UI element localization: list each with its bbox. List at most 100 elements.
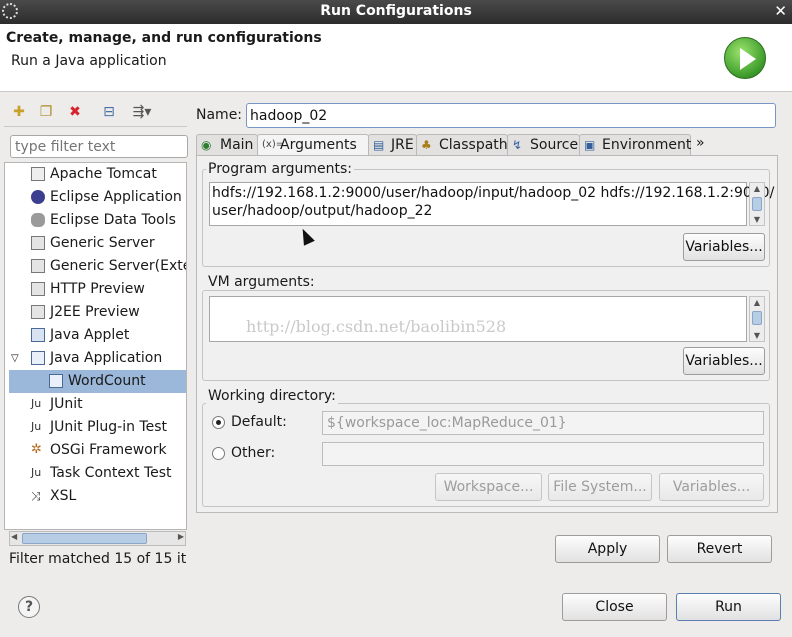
tree-item-wordcount[interactable]: WordCount xyxy=(9,370,186,393)
program-arguments-textarea[interactable]: hdfs://192.168.1.2:9000/user/hadoop/inpu… xyxy=(209,182,775,226)
tree-item-xsl[interactable]: ⤨ XSL xyxy=(5,485,186,508)
tree-item-label: Generic Server(External Launch) xyxy=(50,258,186,274)
close-window-icon[interactable]: ✕ xyxy=(774,2,787,20)
tree-item-label: J2EE Preview xyxy=(50,304,140,320)
tree-item-label: HTTP Preview xyxy=(50,281,145,297)
applet-icon xyxy=(31,328,45,342)
tree-item-generic-server-external[interactable]: Generic Server(External Launch) xyxy=(5,255,186,278)
tab-environment[interactable]: ▣ Environment xyxy=(579,134,691,156)
program-arguments-scrollbar[interactable]: ▲ ▼ xyxy=(749,182,765,226)
other-directory-field xyxy=(322,442,764,466)
main-tab-icon: ◉ xyxy=(201,138,212,152)
jre-tab-icon: ▤ xyxy=(373,138,385,152)
database-icon xyxy=(31,213,45,227)
working-directory-label: Working directory: xyxy=(206,388,338,404)
tree-item-osgi-framework[interactable]: ✲ OSGi Framework xyxy=(5,439,186,462)
filter-menu-icon[interactable]: ⇶▾ xyxy=(128,103,156,121)
scroll-down-icon[interactable]: ▼ xyxy=(752,331,762,340)
osgi-icon: ✲ xyxy=(31,442,42,457)
new-config-icon[interactable]: ✚ xyxy=(10,103,28,121)
tomcat-icon xyxy=(31,167,45,181)
other-radio-label[interactable]: Other: xyxy=(231,445,275,461)
tree-item-label: Eclipse Data Tools xyxy=(50,212,176,228)
tree-item-eclipse-data-tools[interactable]: Eclipse Data Tools xyxy=(5,209,186,232)
tab-label: JRE xyxy=(391,137,414,153)
expand-chevron-icon[interactable]: ▽ xyxy=(11,347,19,370)
scroll-thumb[interactable] xyxy=(752,311,762,325)
help-icon[interactable]: ? xyxy=(18,596,40,618)
tab-classpath[interactable]: ♣ Classpath xyxy=(416,134,508,156)
vm-arguments-textarea[interactable]: http://blog.csdn.net/baolibin528 xyxy=(209,296,747,342)
vm-variables-button[interactable]: Variables... xyxy=(683,347,765,375)
filter-input[interactable] xyxy=(10,135,188,158)
run-button[interactable]: Run xyxy=(676,593,781,621)
source-tab-icon: ↯ xyxy=(512,138,523,152)
tab-label: Classpath xyxy=(439,137,508,153)
environment-tab-icon: ▣ xyxy=(584,138,596,152)
filter-status-text: Filter matched 15 of 15 items xyxy=(9,551,187,567)
server-icon xyxy=(31,282,45,296)
vm-arguments-label: VM arguments: xyxy=(206,274,317,290)
java-app-icon xyxy=(31,351,45,365)
scroll-right-icon[interactable]: ▶ xyxy=(178,532,184,541)
run-banner-icon xyxy=(724,37,766,79)
revert-button[interactable]: Revert xyxy=(667,535,772,563)
working-variables-button[interactable]: Variables... xyxy=(659,473,764,501)
program-arguments-line1: hdfs://192.168.1.2:9000/user/hadoop/inpu… xyxy=(212,185,775,201)
other-radio[interactable] xyxy=(212,447,225,460)
tree-item-label: Java Applet xyxy=(50,327,130,343)
name-label: Name: xyxy=(196,107,243,123)
tab-source[interactable]: ↯ Source xyxy=(507,134,580,156)
junit-icon: Ju xyxy=(31,397,42,410)
default-radio-label[interactable]: Default: xyxy=(231,414,287,430)
tree-item-junit[interactable]: Ju JUnit xyxy=(5,393,186,416)
close-button[interactable]: Close xyxy=(562,593,667,621)
duplicate-config-icon[interactable]: ❐ xyxy=(37,103,55,121)
tree-item-apache-tomcat[interactable]: Apache Tomcat xyxy=(5,163,186,186)
tab-label: Environment xyxy=(602,137,692,153)
tab-label: Source xyxy=(530,137,579,153)
tab-main[interactable]: ◉ Main xyxy=(196,134,258,156)
scroll-down-icon[interactable]: ▼ xyxy=(752,215,762,224)
tree-horizontal-scrollbar[interactable]: ◀ ▶ xyxy=(9,531,186,546)
file-system-button[interactable]: File System... xyxy=(548,473,652,501)
scroll-thumb[interactable] xyxy=(752,197,762,211)
program-arguments-label: Program arguments: xyxy=(206,161,354,177)
scroll-thumb[interactable] xyxy=(22,533,147,544)
tree-item-j2ee-preview[interactable]: J2EE Preview xyxy=(5,301,186,324)
classpath-tab-icon: ♣ xyxy=(421,138,432,152)
tab-arguments[interactable]: (x)= Arguments xyxy=(257,134,369,157)
config-name-input[interactable] xyxy=(246,103,776,128)
tree-item-label: XSL xyxy=(50,488,77,504)
server-icon xyxy=(31,259,45,273)
scroll-up-icon[interactable]: ▲ xyxy=(752,184,762,193)
program-variables-button[interactable]: Variables... xyxy=(683,233,765,261)
xsl-icon: ⤨ xyxy=(31,489,41,503)
tree-item-label: Task Context Test xyxy=(50,465,172,481)
tree-item-java-applet[interactable]: Java Applet xyxy=(5,324,186,347)
tree-item-label: Generic Server xyxy=(50,235,155,251)
tree-item-java-application[interactable]: ▽ Java Application xyxy=(5,347,186,370)
server-icon xyxy=(31,305,45,319)
launch-config-tree: Apache Tomcat Eclipse Application Eclips… xyxy=(4,162,187,530)
arguments-tab-panel: Program arguments: hdfs://192.168.1.2:90… xyxy=(196,155,778,513)
tree-item-junit-plugin-test[interactable]: Ju JUnit Plug-in Test xyxy=(5,416,186,439)
tree-item-eclipse-application[interactable]: Eclipse Application xyxy=(5,186,186,209)
apply-button[interactable]: Apply xyxy=(555,535,660,563)
workspace-button[interactable]: Workspace... xyxy=(435,473,542,501)
collapse-all-icon[interactable]: ⊟ xyxy=(100,103,118,121)
config-tabs: ◉ Main (x)= Arguments ▤ JRE ♣ Classpath … xyxy=(196,134,778,157)
vm-arguments-scrollbar[interactable]: ▲ ▼ xyxy=(749,296,765,342)
scroll-left-icon[interactable]: ◀ xyxy=(11,532,17,541)
tree-item-task-context-test[interactable]: Ju Task Context Test xyxy=(5,462,186,485)
delete-config-icon[interactable]: ✖ xyxy=(66,103,84,121)
scroll-up-icon[interactable]: ▲ xyxy=(752,298,762,307)
tree-item-generic-server[interactable]: Generic Server xyxy=(5,232,186,255)
tree-item-label: JUnit xyxy=(50,396,83,412)
dialog-header: Create, manage, and run configurations R… xyxy=(0,24,792,92)
tree-item-http-preview[interactable]: HTTP Preview xyxy=(5,278,186,301)
junit-plugin-icon: Ju xyxy=(31,420,42,433)
more-tabs-icon[interactable]: » xyxy=(696,134,705,152)
tab-jre[interactable]: ▤ JRE xyxy=(368,134,417,156)
default-radio[interactable] xyxy=(212,416,225,429)
